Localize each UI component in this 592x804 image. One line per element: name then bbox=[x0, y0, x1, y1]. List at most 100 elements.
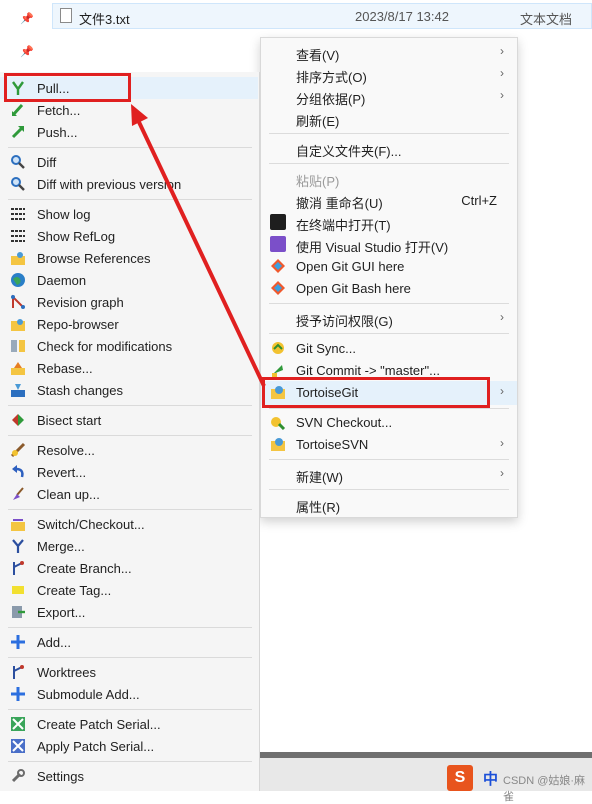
menu-separator bbox=[8, 509, 252, 510]
chevron-right-icon: › bbox=[500, 66, 504, 80]
menu-item-open-git-bash[interactable]: Open Git Bash here bbox=[261, 277, 517, 299]
menu-item-open-git-gui[interactable]: Open Git GUI here bbox=[261, 255, 517, 277]
revert-arrow-icon bbox=[12, 465, 24, 478]
broom-icon bbox=[13, 487, 24, 500]
tag-icon bbox=[12, 586, 24, 594]
taskbar-strip bbox=[260, 752, 592, 758]
menu-separator bbox=[8, 657, 252, 658]
submenu-item-merge[interactable]: Merge... bbox=[0, 535, 258, 557]
pin-icon: 📌 bbox=[20, 13, 34, 25]
repo-browser-icon bbox=[11, 319, 25, 331]
submenu-item-fetch[interactable]: Fetch... bbox=[0, 99, 258, 121]
submenu-item-revert[interactable]: Revert... bbox=[0, 461, 258, 483]
menu-separator bbox=[8, 761, 252, 762]
menu-item-tortoisesvn[interactable]: TortoiseSVN › bbox=[261, 433, 517, 455]
file-type: 文本文档 bbox=[520, 12, 573, 27]
terminal-icon bbox=[270, 214, 286, 230]
submenu-item-show-reflog[interactable]: Show RefLog bbox=[0, 225, 258, 247]
submenu-item-clean-up[interactable]: Clean up... bbox=[0, 483, 258, 505]
git-diamond-icon bbox=[271, 259, 285, 273]
submenu-item-create-branch[interactable]: Create Branch... bbox=[0, 557, 258, 579]
git-sync-icon bbox=[272, 342, 284, 354]
magnifier-icon bbox=[11, 155, 25, 169]
switch-checkout-icon bbox=[11, 519, 25, 531]
menu-item-open-visual-studio[interactable]: 使用 Visual Studio 打开(V) bbox=[261, 233, 517, 255]
submenu-item-diff[interactable]: Diff bbox=[0, 151, 258, 173]
chevron-right-icon: › bbox=[500, 44, 504, 58]
submenu-item-stash-changes[interactable]: Stash changes bbox=[0, 379, 258, 401]
menu-item-refresh[interactable]: 刷新(E) bbox=[261, 107, 517, 129]
menu-item-new[interactable]: 新建(W) › bbox=[261, 463, 517, 485]
references-icon bbox=[11, 252, 25, 265]
git-diamond-icon bbox=[271, 281, 285, 295]
sogou-ime-icon[interactable]: S bbox=[447, 765, 473, 791]
submenu-item-apply-patch-serial[interactable]: Apply Patch Serial... bbox=[0, 735, 258, 757]
menu-item-paste[interactable]: 粘贴(P) bbox=[261, 167, 517, 189]
chevron-right-icon: › bbox=[500, 384, 504, 398]
menu-item-git-sync[interactable]: Git Sync... bbox=[261, 337, 517, 359]
menu-item-view[interactable]: 查看(V) › bbox=[261, 41, 517, 63]
submenu-item-switch-checkout[interactable]: Switch/Checkout... bbox=[0, 513, 258, 535]
context-menu: 查看(V) › 排序方式(O) › 分组依据(P) › 刷新(E) 自定义文件夹… bbox=[260, 37, 518, 518]
file-name: 文件3.txt bbox=[79, 12, 130, 27]
submenu-item-show-log[interactable]: Show log bbox=[0, 203, 258, 225]
worktree-icon bbox=[13, 665, 24, 679]
menu-item-grant-access[interactable]: 授予访问权限(G) › bbox=[261, 307, 517, 329]
submenu-item-export[interactable]: Export... bbox=[0, 601, 258, 623]
submenu-item-add[interactable]: Add... bbox=[0, 631, 258, 653]
menu-separator bbox=[8, 435, 252, 436]
submenu-item-bisect-start[interactable]: Bisect start bbox=[0, 409, 258, 431]
ime-language-indicator[interactable]: 中 bbox=[483, 768, 498, 789]
revision-graph-icon bbox=[11, 294, 25, 309]
branch-icon bbox=[13, 561, 24, 575]
resolve-icon bbox=[10, 442, 26, 458]
plus-icon bbox=[11, 635, 25, 649]
menu-item-svn-checkout[interactable]: SVN Checkout... bbox=[261, 411, 517, 433]
patch-icon bbox=[11, 739, 25, 753]
annotation-box-tortoisegit bbox=[262, 377, 490, 408]
file-row[interactable]: 文件3.txt 2023/8/17 13:42 文本文档 bbox=[52, 3, 592, 29]
fetch-icon bbox=[11, 103, 24, 117]
svn-checkout-icon bbox=[271, 417, 286, 430]
menu-separator bbox=[8, 147, 252, 148]
menu-separator bbox=[8, 405, 252, 406]
bisect-icon bbox=[12, 414, 24, 426]
submenu-item-browse-references[interactable]: Browse References bbox=[0, 247, 258, 269]
submenu-item-push[interactable]: Push... bbox=[0, 121, 258, 143]
reflog-list-icon bbox=[11, 230, 25, 242]
visual-studio-icon bbox=[270, 236, 286, 252]
magnifier-icon bbox=[11, 177, 25, 191]
submenu-item-diff-previous[interactable]: Diff with previous version bbox=[0, 173, 258, 195]
submenu-item-create-patch-serial[interactable]: Create Patch Serial... bbox=[0, 713, 258, 735]
submenu-item-revision-graph[interactable]: Revision graph bbox=[0, 291, 258, 313]
menu-item-group-by[interactable]: 分组依据(P) › bbox=[261, 85, 517, 107]
submenu-item-resolve[interactable]: Resolve... bbox=[0, 439, 258, 461]
submenu-item-settings[interactable]: Settings bbox=[0, 765, 258, 787]
menu-separator bbox=[269, 133, 509, 134]
submenu-item-daemon[interactable]: Daemon bbox=[0, 269, 258, 291]
rebase-icon bbox=[11, 362, 25, 375]
git-commit-icon bbox=[272, 365, 283, 377]
menu-separator bbox=[8, 709, 252, 710]
export-icon bbox=[12, 606, 25, 618]
menu-separator bbox=[269, 303, 509, 304]
log-list-icon bbox=[11, 208, 25, 220]
chevron-right-icon: › bbox=[500, 88, 504, 102]
menu-item-sort-by[interactable]: 排序方式(O) › bbox=[261, 63, 517, 85]
chevron-right-icon: › bbox=[500, 436, 504, 450]
menu-item-open-terminal[interactable]: 在终端中打开(T) bbox=[261, 211, 517, 233]
menu-item-customize-folder[interactable]: 自定义文件夹(F)... bbox=[261, 137, 517, 159]
merge-icon bbox=[12, 539, 24, 553]
chevron-right-icon: › bbox=[500, 310, 504, 324]
wrench-icon bbox=[11, 769, 25, 783]
submenu-item-create-tag[interactable]: Create Tag... bbox=[0, 579, 258, 601]
menu-item-undo-rename[interactable]: 撤消 重命名(U) Ctrl+Z bbox=[261, 189, 517, 211]
submenu-item-submodule-add[interactable]: Submodule Add... bbox=[0, 683, 258, 705]
submenu-item-check-modifications[interactable]: Check for modifications bbox=[0, 335, 258, 357]
stash-icon bbox=[11, 384, 25, 397]
submenu-item-repo-browser[interactable]: Repo-browser bbox=[0, 313, 258, 335]
menu-item-properties[interactable]: 属性(R) bbox=[261, 493, 517, 515]
submenu-item-worktrees[interactable]: Worktrees bbox=[0, 661, 258, 683]
check-modifications-icon bbox=[11, 340, 25, 352]
submenu-item-rebase[interactable]: Rebase... bbox=[0, 357, 258, 379]
